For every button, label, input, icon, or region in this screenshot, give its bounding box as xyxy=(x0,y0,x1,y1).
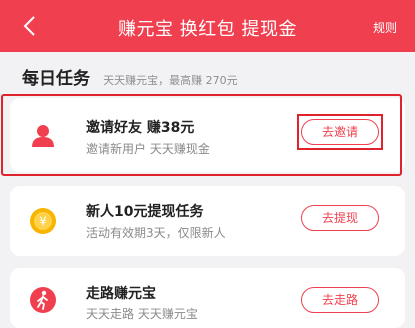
section-header: 每日任务 天天赚元宝，最高赚 270元 xyxy=(22,64,238,89)
task-subtitle: 邀请新用户 天天赚现金 xyxy=(86,142,210,156)
task-title: 走路赚元宝 xyxy=(86,286,156,302)
task-title: 新人10元提现任务 xyxy=(86,204,204,220)
yuan-coin-icon: ¥ xyxy=(30,208,56,234)
section-title: 每日任务 xyxy=(22,69,90,89)
page-title: 赚元宝 换红包 提现金 xyxy=(118,19,297,40)
invite-button[interactable]: 去邀请 xyxy=(301,119,379,145)
task-subtitle: 活动有效期3天，仅限新人 xyxy=(86,226,226,240)
task-subtitle: 天天走路 天天赚元宝 xyxy=(86,307,198,321)
walking-icon xyxy=(30,287,56,313)
walk-button[interactable]: 去走路 xyxy=(301,287,379,313)
task-title: 邀请好友 赚38元 xyxy=(86,120,195,136)
person-icon xyxy=(32,125,54,147)
header-bar: 赚元宝 换红包 提现金 规则 xyxy=(0,0,415,52)
withdraw-button[interactable]: 去提现 xyxy=(301,205,379,231)
rules-link[interactable]: 规则 xyxy=(373,19,397,36)
section-subtitle: 天天赚元宝，最高赚 270元 xyxy=(103,74,238,87)
svg-text:¥: ¥ xyxy=(39,215,47,229)
